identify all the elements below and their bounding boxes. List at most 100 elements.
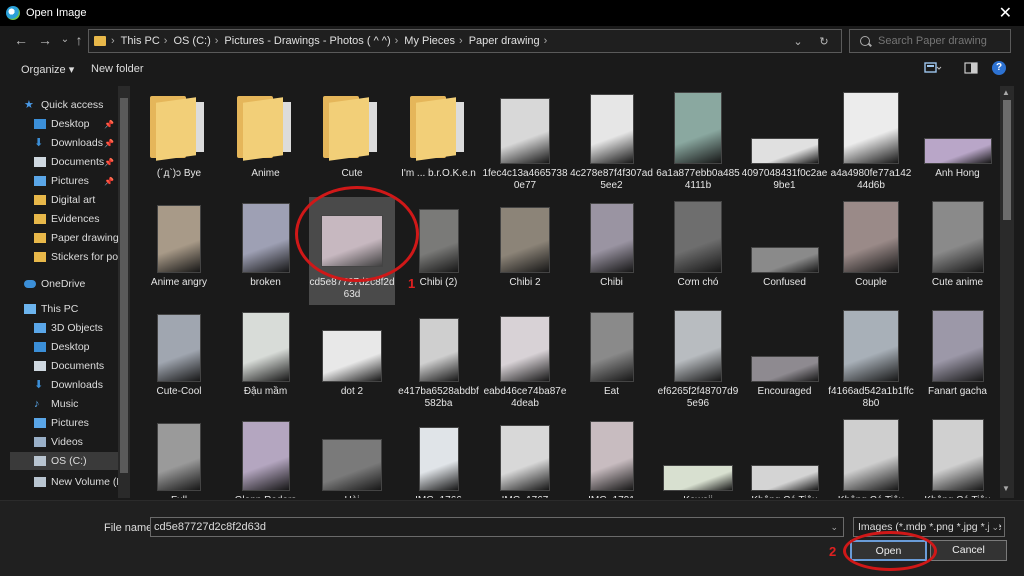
image-file-item[interactable]: Kawaii — [655, 415, 741, 498]
sidebar-scrollbar[interactable] — [118, 86, 130, 498]
image-file-item[interactable]: dot 2 — [309, 306, 395, 414]
search-input[interactable] — [878, 35, 998, 47]
back-arrow-icon[interactable]: ← — [12, 30, 30, 50]
close-icon[interactable]: ✕ — [999, 3, 1012, 23]
image-file-item[interactable]: ef6265f2f48707d95e96 — [655, 306, 741, 414]
breadcrumb-item[interactable]: This PC — [121, 35, 160, 47]
image-file-item[interactable]: Full — [136, 415, 222, 498]
image-file-item[interactable]: Anh Hong — [915, 88, 1001, 196]
forward-arrow-icon[interactable]: → — [36, 30, 54, 50]
sidebar-item-quick-access[interactable]: ★ Quick access — [10, 96, 118, 114]
image-file-item[interactable]: IMG_1766 — [396, 415, 482, 498]
open-button[interactable]: Open — [850, 540, 927, 561]
organize-button[interactable]: Organize ▾ — [21, 63, 74, 76]
search-box[interactable] — [849, 29, 1011, 53]
image-file-item[interactable]: 4c278e87f4f307ad5ee2 — [569, 88, 655, 196]
sidebar-scrollbar-thumb[interactable] — [120, 98, 128, 473]
file-grid-scrollbar[interactable]: ▲ ▼ — [1000, 86, 1014, 498]
file-name-input[interactable]: cd5e87727d2c8f2d63d ⌄ — [150, 517, 844, 537]
chevron-right-icon[interactable]: › — [459, 35, 463, 47]
scroll-up-icon[interactable]: ▲ — [1002, 88, 1010, 97]
image-file-item[interactable]: Đậu mầm — [223, 306, 309, 414]
sidebar-item-desktop[interactable]: Desktop 📌 — [10, 115, 118, 133]
image-file-item[interactable]: Không Có Tiêu — [915, 415, 1001, 498]
breadcrumb-item[interactable]: Pictures - Drawings - Photos ( ^ ^) — [224, 35, 390, 47]
up-arrow-icon[interactable]: ↑ — [70, 30, 88, 50]
sidebar-item-os-c[interactable]: OS (C:) — [10, 452, 118, 470]
folder-item[interactable]: Anime — [223, 88, 309, 196]
image-file-item[interactable]: Anime angry — [136, 197, 222, 305]
image-file-item[interactable]: Couple — [828, 197, 914, 305]
image-file-item[interactable]: Glenn Radars — [223, 415, 309, 498]
sidebar-item-paper-drawing[interactable]: Paper drawing — [10, 229, 118, 247]
sidebar-item-label: Pictures — [51, 417, 89, 429]
breadcrumb-item[interactable]: My Pieces — [404, 35, 455, 47]
image-file-item[interactable]: Không Có Tiêu — [742, 415, 828, 498]
sidebar-item-new-volume-d[interactable]: New Volume (D:) — [10, 473, 118, 491]
file-grid-scrollbar-thumb[interactable] — [1003, 100, 1011, 220]
sidebar-item-this-pc[interactable]: This PC — [10, 300, 118, 318]
sidebar-item-stickers-for-powe[interactable]: Stickers for powe — [10, 248, 118, 266]
file-name-dropdown-icon[interactable]: ⌄ — [830, 518, 838, 536]
sidebar-item-onedrive[interactable]: OneDrive — [10, 275, 118, 293]
image-file-item[interactable]: Hài — [309, 415, 395, 498]
file-type-select[interactable]: Images (*.mdp *.png *.jpg *.jpe ⌄ — [853, 517, 1005, 537]
image-file-item[interactable]: cd5e87727d2c8f2d63d — [309, 197, 395, 305]
sidebar-item-pictures[interactable]: Pictures 📌 — [10, 172, 118, 190]
image-file-item[interactable]: Không Có Tiêu — [828, 415, 914, 498]
folder-item[interactable]: I'm ... b.r.O.K.e.n — [396, 88, 482, 196]
sidebar-item-pictures[interactable]: Pictures — [10, 414, 118, 432]
sidebar-item-3d-objects[interactable]: 3D Objects — [10, 319, 118, 337]
folder-item[interactable]: (´д`)ɔ Bye — [136, 88, 222, 196]
image-file-item[interactable]: IMG_1791 — [569, 415, 655, 498]
image-file-item[interactable]: broken — [223, 197, 309, 305]
sidebar-item-documents[interactable]: Documents 📌 — [10, 153, 118, 171]
image-file-item[interactable]: Confused — [742, 197, 828, 305]
address-dropdown-icon[interactable]: ⌄ — [785, 35, 811, 48]
sidebar-item-downloads[interactable]: ⬇ Downloads — [10, 376, 118, 394]
address-bar[interactable]: › This PC › OS (C:) › Pictures - Drawings - … — [88, 29, 842, 53]
new-folder-button[interactable]: New folder — [91, 63, 144, 75]
sidebar-item-downloads[interactable]: ⬇ Downloads 📌 — [10, 134, 118, 152]
refresh-icon[interactable]: ↻ — [811, 35, 837, 48]
chevron-right-icon[interactable]: › — [164, 35, 168, 47]
image-file-item[interactable]: 1fec4c13a46657380e77 — [482, 88, 568, 196]
chevron-right-icon[interactable]: › — [395, 35, 399, 47]
folder-item[interactable]: Cute — [309, 88, 395, 196]
sidebar-item-evidences[interactable]: Evidences — [10, 210, 118, 228]
scroll-down-icon[interactable]: ▼ — [1002, 484, 1010, 493]
image-thumbnail — [843, 310, 899, 382]
image-file-item[interactable]: a4a4980fe77a14244d6b — [828, 88, 914, 196]
pin-icon: 📌 — [104, 157, 114, 167]
image-file-item[interactable]: Eat — [569, 306, 655, 414]
preview-pane-icon[interactable] — [964, 61, 978, 77]
image-file-item[interactable]: Cute-Cool — [136, 306, 222, 414]
sidebar-item-music[interactable]: ♪ Music — [10, 395, 118, 413]
image-thumbnail — [500, 316, 550, 382]
sidebar-item-videos[interactable]: Videos — [10, 433, 118, 451]
image-file-item[interactable]: f4166ad542a1b1ffc8b0 — [828, 306, 914, 414]
view-options-icon[interactable] — [924, 61, 942, 77]
cancel-button[interactable]: Cancel — [930, 540, 1007, 561]
image-file-item[interactable]: eabd46ce74ba87e4deab — [482, 306, 568, 414]
image-file-item[interactable]: 4097048431f0c2ae9be1 — [742, 88, 828, 196]
help-icon[interactable]: ? — [992, 61, 1006, 75]
image-file-item[interactable]: 6a1a877ebb0a4854111b — [655, 88, 741, 196]
image-file-item[interactable]: Encouraged — [742, 306, 828, 414]
image-file-item[interactable]: Chibi 2 — [482, 197, 568, 305]
sidebar-item-desktop[interactable]: Desktop — [10, 338, 118, 356]
image-file-item[interactable]: Chibi — [569, 197, 655, 305]
image-file-item[interactable]: IMG_1767 — [482, 415, 568, 498]
sidebar-item-documents[interactable]: Documents — [10, 357, 118, 375]
sidebar-item-digital-art[interactable]: Digital art — [10, 191, 118, 209]
breadcrumb-item[interactable]: Paper drawing — [469, 35, 540, 47]
file-type-dropdown-icon[interactable]: ⌄ — [989, 518, 999, 536]
breadcrumb-item[interactable]: OS (C:) — [173, 35, 210, 47]
chevron-right-icon[interactable]: › — [215, 35, 219, 47]
image-file-item[interactable]: Cute anime — [915, 197, 1001, 305]
image-file-item[interactable]: Fanart gacha — [915, 306, 1001, 414]
chevron-right-icon[interactable]: › — [544, 35, 548, 47]
sidebar-item-label: New Volume (D:) — [51, 476, 118, 488]
image-file-item[interactable]: e417ba6528abdbf582ba — [396, 306, 482, 414]
image-file-item[interactable]: Cơm chó — [655, 197, 741, 305]
